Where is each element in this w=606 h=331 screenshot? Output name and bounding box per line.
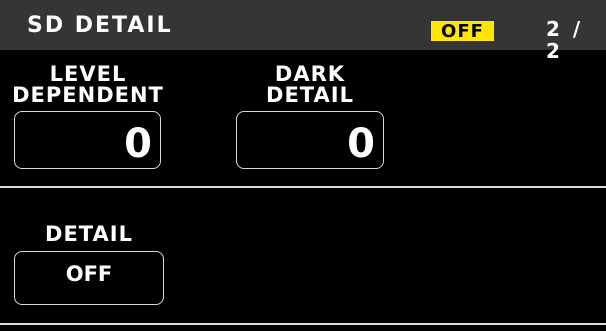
level-dependent-label-line2: DEPENDENT: [12, 83, 164, 107]
page-indicator: 2 / 2: [546, 17, 584, 63]
detail-label: DETAIL: [45, 222, 133, 246]
dark-detail-label-line2: DETAIL: [266, 83, 354, 107]
header-bar: SD DETAIL OFF 2 / 2: [0, 0, 606, 62]
dark-detail-value-box[interactable]: 0: [236, 111, 384, 169]
level-dependent-label: LEVEL DEPENDENT: [0, 64, 176, 106]
page-title: SD DETAIL: [27, 13, 173, 38]
dark-detail-value: 0: [347, 121, 375, 167]
level-dependent-label-line1: LEVEL: [49, 62, 127, 86]
dark-detail-label: DARK DETAIL: [236, 64, 384, 106]
dark-detail-label-line1: DARK: [274, 62, 346, 86]
status-badge: OFF: [431, 21, 494, 42]
divider-top: [0, 186, 606, 188]
detail-value-box[interactable]: OFF: [14, 251, 164, 305]
level-dependent-value-box[interactable]: 0: [14, 111, 161, 169]
divider-bottom: [0, 323, 606, 325]
detail-value: OFF: [65, 262, 113, 286]
level-dependent-value: 0: [124, 121, 152, 167]
